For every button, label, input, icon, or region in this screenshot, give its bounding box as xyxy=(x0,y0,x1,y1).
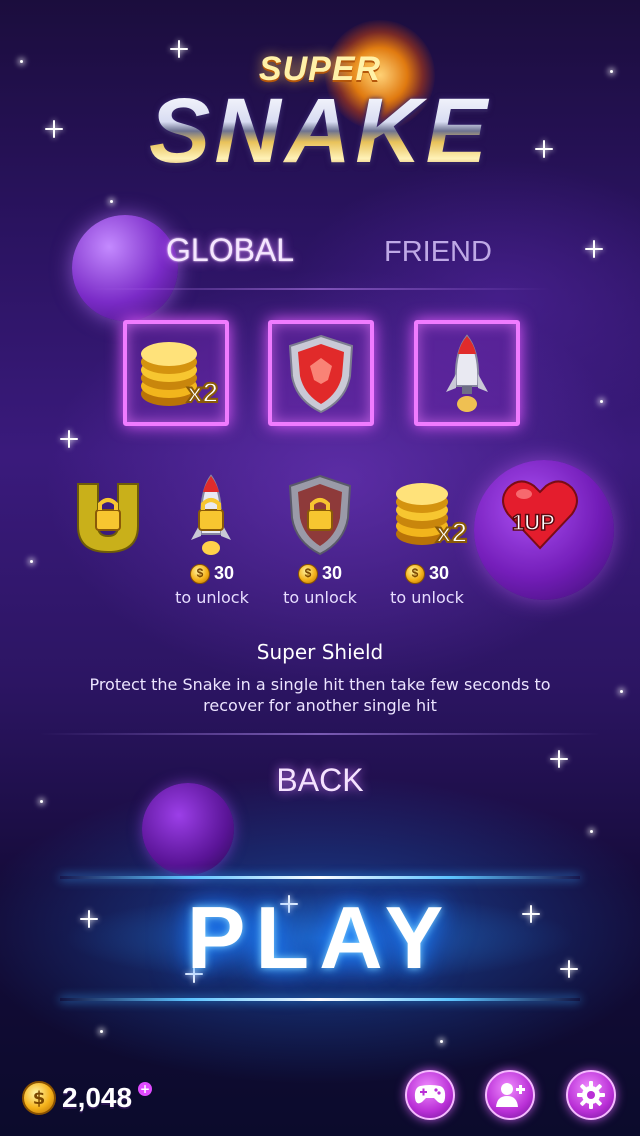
cost-coin-x2: 30 to unlock xyxy=(377,563,477,607)
unlock-label: to unlock xyxy=(390,588,464,607)
powerup-title: Super Shield xyxy=(256,640,384,664)
star-dot xyxy=(600,400,603,403)
unlock-label: to unlock xyxy=(175,588,249,607)
lock-icon xyxy=(95,509,121,531)
powerup-coin-x2[interactable]: x2 xyxy=(384,470,476,560)
unlock-label: to unlock xyxy=(283,588,357,607)
back-button[interactable]: BACK xyxy=(240,762,400,806)
star-dot xyxy=(620,690,623,693)
cost-value: 30 xyxy=(213,563,235,583)
tab-global[interactable]: GLOBAL xyxy=(166,232,294,269)
cost-value: 30 xyxy=(321,563,343,583)
magnet-icon xyxy=(77,483,139,554)
shield-icon xyxy=(288,474,352,556)
leaderboard-tabs: GLOBAL FRIEND xyxy=(90,232,550,292)
coin-balance-value: 2,048 xyxy=(62,1082,133,1113)
selected-slot-3[interactable] xyxy=(414,320,520,426)
game-logo: SUPER SNAKE xyxy=(0,50,640,177)
powerup-1up[interactable]: 1UP xyxy=(494,470,586,560)
cost-value: 30 xyxy=(428,563,450,583)
powerup-description: Protect the Snake in a single hit then t… xyxy=(89,675,551,715)
sparkle-icon xyxy=(60,430,78,448)
coin-icon xyxy=(404,563,425,584)
play-line-top xyxy=(60,876,580,879)
gamepad-icon xyxy=(414,1085,446,1104)
star-dot xyxy=(110,200,113,203)
star-dot xyxy=(440,1040,443,1043)
play-button[interactable]: PLAY xyxy=(120,885,520,991)
tabs-divider xyxy=(90,288,550,290)
settings-button[interactable] xyxy=(566,1070,616,1120)
powerup-rocket[interactable] xyxy=(165,470,257,560)
star-dot xyxy=(100,1030,103,1033)
heart-icon: 1UP xyxy=(502,480,578,550)
powerup-magnet[interactable] xyxy=(62,470,154,560)
sparkle-icon xyxy=(585,240,603,258)
coin-icon xyxy=(189,563,210,584)
x2-badge: x2 xyxy=(436,517,467,548)
x2-badge: x2 xyxy=(187,377,218,408)
description-divider xyxy=(40,733,600,735)
coin-balance[interactable]: 2,048 + xyxy=(22,1078,153,1118)
sparkle-icon xyxy=(550,750,568,768)
logo-snake-text: SNAKE xyxy=(0,85,640,177)
powerup-shield[interactable] xyxy=(274,470,366,560)
game-center-button[interactable] xyxy=(405,1070,455,1120)
selected-slot-1[interactable]: x2 xyxy=(123,320,229,426)
play-line-bottom xyxy=(60,998,580,1001)
cost-shield: 30 to unlock xyxy=(270,563,370,607)
star-dot xyxy=(30,560,33,563)
selected-slot-2[interactable] xyxy=(268,320,374,426)
cost-rocket: 30 to unlock xyxy=(162,563,262,607)
coin-icon xyxy=(22,1081,56,1115)
rocket-icon xyxy=(191,474,231,555)
star-dot xyxy=(590,830,593,833)
lock-icon xyxy=(307,509,333,531)
1up-badge: 1UP xyxy=(512,510,555,535)
coin-icon xyxy=(297,563,318,584)
gear-icon xyxy=(577,1081,605,1109)
rocket-icon xyxy=(446,334,488,412)
shield-icon xyxy=(288,334,354,414)
coin-x2-icon: x2 xyxy=(396,483,468,549)
add-friend-icon xyxy=(496,1083,525,1107)
lock-icon xyxy=(198,509,224,531)
coin-x2-icon: x2 xyxy=(141,342,219,409)
star-dot xyxy=(40,800,43,803)
add-friend-button[interactable] xyxy=(485,1070,535,1120)
tab-friend[interactable]: FRIEND xyxy=(384,236,492,269)
add-coins-button[interactable]: + xyxy=(138,1082,153,1096)
planet-bottom xyxy=(142,783,234,875)
